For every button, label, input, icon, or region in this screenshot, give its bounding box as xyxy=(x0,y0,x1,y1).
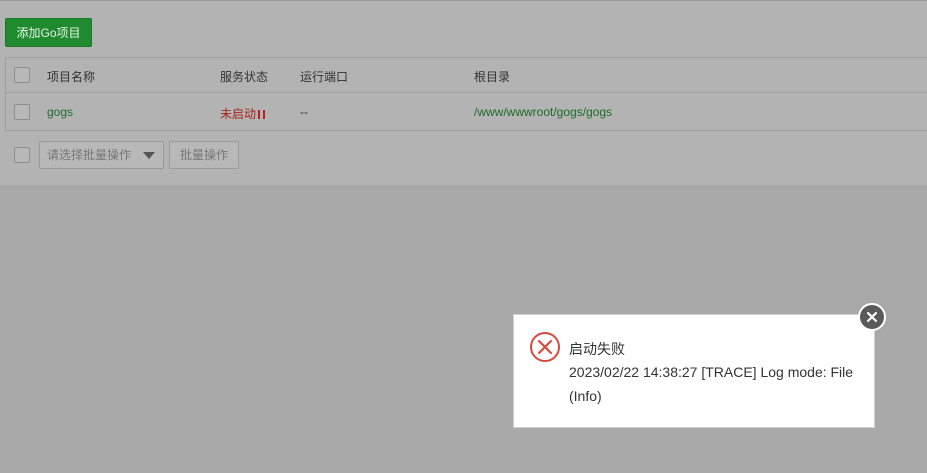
project-panel: 添加Go项目 项目名称 服务状态 运行端口 根目录 gogs 未启动 -- /w… xyxy=(0,0,927,185)
root-dir-link[interactable]: /www/wwwroot/gogs/gogs xyxy=(474,105,612,119)
add-go-project-button[interactable]: 添加Go项目 xyxy=(5,18,92,47)
header-root-dir: 根目录 xyxy=(474,70,511,84)
close-toast-button[interactable] xyxy=(858,303,886,331)
batch-select-placeholder: 请选择批量操作 xyxy=(47,148,132,162)
port-value: -- xyxy=(300,105,308,119)
batch-action-button[interactable]: 批量操作 xyxy=(169,141,239,169)
header-project-name[interactable]: 项目名称 xyxy=(47,68,95,85)
batch-action-select[interactable]: 请选择批量操作 xyxy=(39,141,164,169)
error-toast: 启动失败 2023/02/22 14:38:27 [TRACE] Log mod… xyxy=(513,314,875,428)
pause-icon xyxy=(258,110,266,119)
header-service-status: 服务状态 xyxy=(220,70,269,84)
status-label: 未启动 xyxy=(220,107,257,121)
table-row: gogs 未启动 -- /www/wwwroot/gogs/gogs xyxy=(6,93,927,130)
batch-select-checkbox[interactable] xyxy=(14,147,30,163)
toast-title: 启动失败 xyxy=(569,341,625,357)
table-header: 项目名称 服务状态 运行端口 根目录 xyxy=(6,58,927,93)
status-toggle[interactable]: 未启动 xyxy=(220,105,266,122)
select-all-checkbox[interactable] xyxy=(14,67,30,83)
chevron-down-icon xyxy=(143,152,155,159)
header-port: 运行端口 xyxy=(300,70,349,84)
project-table: 项目名称 服务状态 运行端口 根目录 gogs 未启动 -- /www/wwwr… xyxy=(5,57,927,131)
toast-message: 2023/02/22 14:38:27 [TRACE] Log mode: Fi… xyxy=(569,364,854,404)
close-icon xyxy=(866,311,878,323)
row-checkbox[interactable] xyxy=(14,104,30,120)
project-name-link[interactable]: gogs xyxy=(47,105,73,119)
error-icon xyxy=(530,332,560,362)
